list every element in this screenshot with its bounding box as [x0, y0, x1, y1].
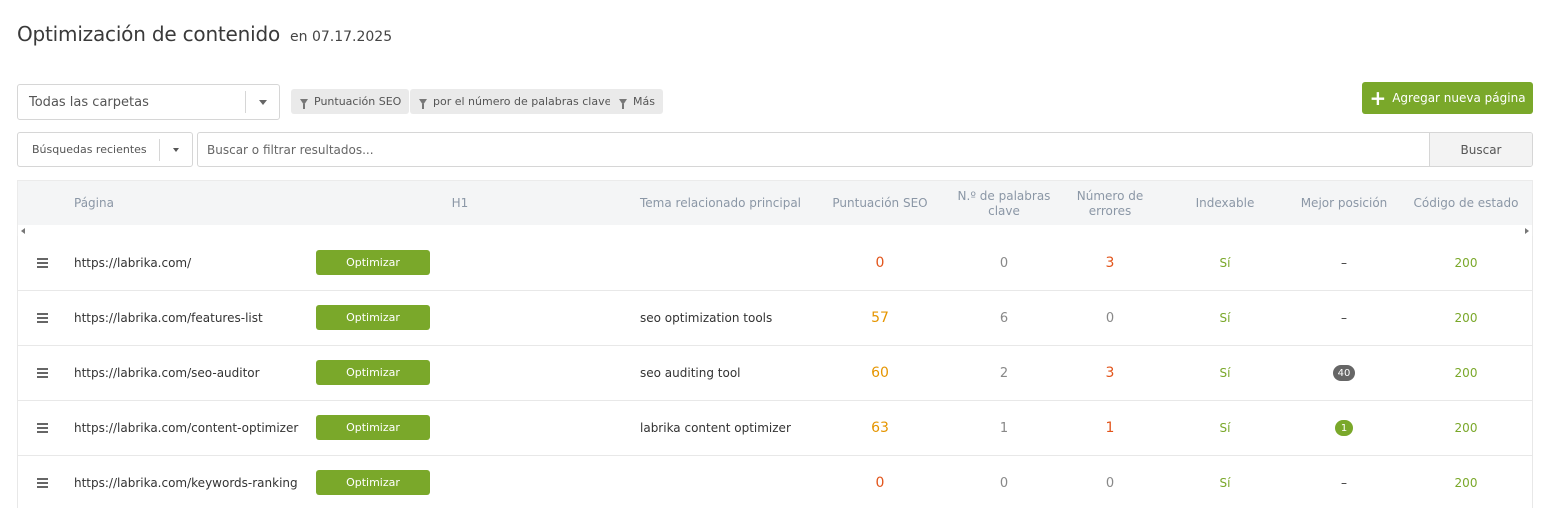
keyword-count: 1 [999, 420, 1009, 436]
search-input[interactable] [198, 133, 1429, 166]
error-count: 0 [1105, 310, 1115, 326]
recent-searches-value: Búsquedas recientes [32, 143, 147, 156]
optimize-button[interactable]: Optimizar [316, 360, 430, 385]
best-position: – [1341, 311, 1347, 325]
optimize-button[interactable]: Optimizar [316, 305, 430, 330]
page-header: Optimización de contenido en 07.17.2025 [17, 22, 392, 46]
caret-down-icon[interactable] [160, 147, 192, 152]
drag-handle-icon[interactable] [36, 346, 48, 400]
filter-icon [300, 98, 308, 109]
filter-more[interactable]: Más [610, 89, 663, 114]
filter-icon [419, 98, 427, 109]
col-seo-score[interactable]: Puntuación SEO [824, 181, 936, 226]
filter-label: por el número de palabras clave [433, 95, 612, 108]
seo-score: 60 [871, 365, 889, 381]
page-url[interactable]: https://labrika.com/content-optimizer [74, 401, 298, 455]
scroll-left-icon[interactable] [21, 228, 25, 234]
table-header: Página H1 Tema relacionado principal Pun… [17, 180, 1533, 225]
status-code: 200 [1454, 421, 1478, 435]
seo-score: 0 [875, 475, 885, 491]
folder-select-value: Todas las carpetas [29, 94, 149, 110]
recent-searches-select[interactable]: Búsquedas recientes [17, 132, 193, 167]
optimize-button[interactable]: Optimizar [316, 415, 430, 440]
table-row: https://labrika.com/features-list Optimi… [17, 291, 1533, 346]
filter-label: Puntuación SEO [314, 95, 402, 108]
col-indexable[interactable]: Indexable [1180, 181, 1270, 226]
keyword-count: 6 [999, 310, 1009, 326]
best-position: 40 [1294, 346, 1394, 400]
status-code: 200 [1454, 366, 1478, 380]
col-best-position[interactable]: Mejor posición [1294, 181, 1394, 226]
col-h1[interactable]: H1 [430, 181, 490, 226]
table-row: https://labrika.com/content-optimizer Op… [17, 401, 1533, 456]
chevron-down-icon[interactable] [246, 99, 279, 105]
position-badge[interactable]: 40 [1332, 365, 1356, 381]
page-url[interactable]: https://labrika.com/keywords-ranking [74, 456, 298, 508]
main-topic: labrika content optimizer [640, 421, 791, 435]
add-page-label: Agregar nueva página [1392, 91, 1526, 105]
filter-keyword-count[interactable]: por el número de palabras clave [410, 89, 620, 114]
main-topic: seo optimization tools [640, 311, 773, 325]
main-topic: seo auditing tool [640, 366, 741, 380]
drag-handle-icon[interactable] [36, 401, 48, 455]
col-topic[interactable]: Tema relacionado principal [640, 181, 801, 226]
filter-icon [619, 98, 627, 109]
col-errors[interactable]: Número de errores [1070, 181, 1150, 226]
status-code: 200 [1454, 256, 1478, 270]
pages-table: Página H1 Tema relacionado principal Pun… [17, 180, 1533, 508]
horizontal-scrollbar[interactable] [17, 225, 1533, 236]
seo-score: 57 [871, 310, 889, 326]
error-count: 0 [1105, 475, 1115, 491]
search-button[interactable]: Buscar [1429, 133, 1532, 166]
folder-select[interactable]: Todas las carpetas [17, 84, 280, 120]
page-url[interactable]: https://labrika.com/features-list [74, 291, 263, 345]
drag-handle-icon[interactable] [36, 291, 48, 345]
plus-icon: + [1369, 86, 1387, 110]
page-title: Optimización de contenido [17, 22, 281, 46]
page-url[interactable]: https://labrika.com/seo-auditor [74, 346, 260, 400]
filter-label: Más [633, 95, 655, 108]
position-badge[interactable]: 1 [1335, 420, 1353, 436]
optimize-button[interactable]: Optimizar [316, 250, 430, 275]
best-position: 1 [1294, 401, 1394, 455]
col-keywords[interactable]: N.º de palabras clave [954, 181, 1054, 226]
indexable-value: Sí [1219, 311, 1231, 325]
optimize-button[interactable]: Optimizar [316, 470, 430, 495]
table-row: https://labrika.com/seo-auditor Optimiza… [17, 346, 1533, 401]
col-status-code[interactable]: Código de estado [1410, 181, 1522, 226]
table-row: https://labrika.com/ Optimizar 0 0 3 Sí … [17, 236, 1533, 291]
filter-seo-score[interactable]: Puntuación SEO [291, 89, 410, 114]
indexable-value: Sí [1219, 476, 1231, 490]
keyword-count: 0 [999, 255, 1009, 271]
report-date: en 07.17.2025 [290, 29, 393, 45]
error-count[interactable]: 1 [1070, 401, 1150, 455]
keyword-count: 2 [999, 365, 1009, 381]
scroll-right-icon[interactable] [1525, 228, 1529, 234]
status-code: 200 [1454, 476, 1478, 490]
add-page-button[interactable]: + Agregar nueva página [1362, 82, 1533, 114]
page-url[interactable]: https://labrika.com/ [74, 236, 191, 290]
indexable-value: Sí [1219, 366, 1231, 380]
best-position: – [1341, 256, 1347, 270]
indexable-value: Sí [1219, 256, 1231, 270]
search-bar: Buscar [197, 132, 1533, 167]
table-row: https://labrika.com/keywords-ranking Opt… [17, 456, 1533, 508]
seo-score: 63 [871, 420, 889, 436]
best-position: – [1341, 476, 1347, 490]
error-count[interactable]: 3 [1070, 236, 1150, 290]
drag-handle-icon[interactable] [36, 456, 48, 508]
drag-handle-icon[interactable] [36, 236, 48, 290]
keyword-count: 0 [999, 475, 1009, 491]
error-count[interactable]: 3 [1070, 346, 1150, 400]
seo-score: 0 [875, 255, 885, 271]
status-code: 200 [1454, 311, 1478, 325]
indexable-value: Sí [1219, 421, 1231, 435]
col-page[interactable]: Página [74, 181, 114, 226]
